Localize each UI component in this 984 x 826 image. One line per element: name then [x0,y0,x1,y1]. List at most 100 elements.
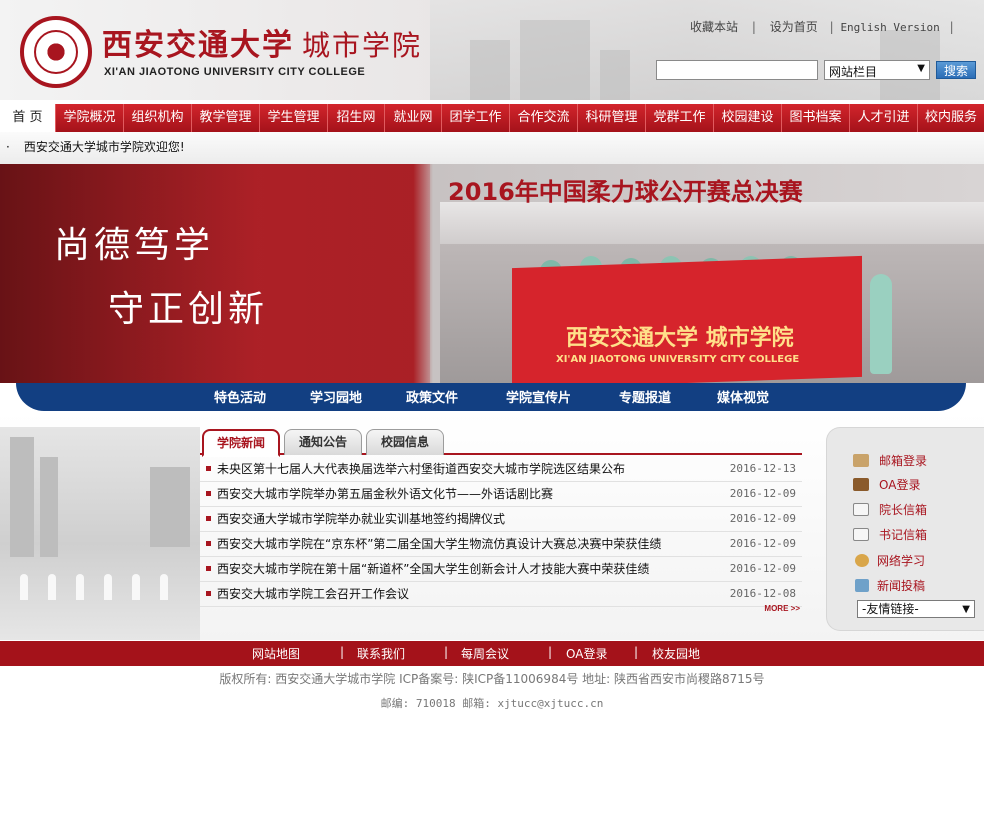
search-button[interactable]: 搜索 [936,61,976,79]
link-separator: | [949,20,954,34]
news-item[interactable]: 西安交大城市学院工会召开工作会议 2016-12-08 [200,582,802,607]
nav-item[interactable]: 校内服务 [918,104,984,132]
hero-banner[interactable]: 尚德笃学 守正创新 2016年中国柔力球公开赛总决赛 西安交通大学 城市学院 X… [0,164,984,383]
envelope-icon [853,503,869,516]
news-date: 2016-12-08 [729,587,796,600]
copyright-text: 版权所有: 西安交通大学城市学院 ICP备案号: 陕ICP备11006984号 … [219,672,765,686]
email-login-link[interactable]: 邮箱登录 [853,452,927,469]
nav-item[interactable]: 人才引进 [850,104,918,132]
nav-item[interactable]: 招生网 [328,104,385,132]
news-item[interactable]: 西安交大城市学院在“京东杯”第二届全国大学生物流仿真设计大赛总决赛中荣获佳绩 2… [200,532,802,557]
news-item[interactable]: 西安交大城市学院举办第五届金秋外语文化节——外语话剧比赛 2016-12-09 [200,482,802,507]
footer-link-weekly-meeting[interactable]: 每周会议 [461,645,509,662]
feature-nav-item[interactable]: 专题报道 [619,387,671,406]
fountain-jet [132,574,140,600]
building-silhouette [40,457,58,557]
nav-item[interactable]: 学院概况 [56,104,124,132]
logo-text-en[interactable]: XI'AN JIAOTONG UNIVERSITY CITY COLLEGE [104,66,365,78]
secretary-mailbox-link[interactable]: 书记信箱 [853,526,927,543]
online-learning-link[interactable]: 网络学习 [855,552,925,569]
news-date: 2016-12-13 [729,462,796,475]
fountain-jet [48,574,56,600]
news-date: 2016-12-09 [729,487,796,500]
link-separator: | [829,20,834,34]
nav-item-home[interactable]: 首 页 [0,104,56,132]
news-title[interactable]: 西安交大城市学院在第十届“新道杯”全国大学生创新会计人才技能大赛中荣获佳绩 [217,557,649,581]
building-silhouette [150,467,190,547]
event-title: 2016年中国柔力球公开赛总决赛 [448,178,803,206]
news-submission-link[interactable]: 新闻投稿 [855,577,925,594]
fountain-jet [20,574,28,600]
feature-nav-item[interactable]: 学院宣传片 [506,387,571,406]
news-item[interactable]: 未央区第十七届人大代表换届选举六村堡街道西安交大城市学院选区结果公布 2016-… [200,457,802,482]
news-item[interactable]: 西安交大城市学院在第十届“新道杯”全国大学生创新会计人才技能大赛中荣获佳绩 20… [200,557,802,582]
footer-link-contact[interactable]: 联系我们 [357,645,405,662]
envelope-icon [853,528,869,541]
nav-item[interactable]: 合作交流 [510,104,578,132]
nav-item[interactable]: 团学工作 [442,104,510,132]
tab-campus-info[interactable]: 校园信息 [366,429,444,455]
search-input[interactable] [656,60,818,80]
news-title[interactable]: 未央区第十七届人大代表换届选举六村堡街道西安交大城市学院选区结果公布 [217,457,625,481]
university-seal-icon[interactable] [20,16,92,88]
nav-item[interactable]: 组织机构 [124,104,192,132]
pen-paper-icon [855,579,869,592]
news-item[interactable]: 西安交通大学城市学院举办就业实训基地签约揭牌仪式 2016-12-09 [200,507,802,532]
news-date: 2016-12-09 [729,512,796,525]
dropdown-arrow-icon: ▼ [962,604,970,615]
users-icon [855,554,869,567]
friend-links-select[interactable]: -友情链接- ▼ [857,600,975,618]
link-separator: | [340,645,345,659]
welcome-strip: · 西安交通大学城市学院欢迎您! [0,132,984,164]
footer-link-alumni[interactable]: 校友园地 [652,645,700,662]
search-category-select[interactable]: 网站栏目 ▼ [824,60,930,80]
logo-text-cn[interactable]: 西安交通大学 城市学院 [102,20,422,64]
slogan-line-2: 守正创新 [108,289,269,330]
bookmark-link[interactable]: 收藏本站 [690,18,738,35]
fountain-jet [104,574,112,600]
bullet-icon [206,491,211,496]
campus-photo [0,164,430,383]
oa-login-link[interactable]: OA登录 [853,476,920,493]
contact-text: 邮编: 710018 邮箱: xjtucc@xjtucc.cn [380,697,604,710]
feature-nav-item[interactable]: 学习园地 [310,387,362,406]
president-mailbox-link[interactable]: 院长信箱 [853,501,927,518]
bullet-icon [206,566,211,571]
tab-college-news[interactable]: 学院新闻 [202,429,280,457]
english-version-link[interactable]: English Version [840,21,939,34]
nav-item[interactable]: 教学管理 [192,104,260,132]
bullet-icon [206,591,211,596]
building-silhouette [520,20,590,100]
tab-notices[interactable]: 通知公告 [284,429,362,455]
feature-nav-item[interactable]: 政策文件 [406,387,458,406]
news-title[interactable]: 西安交大城市学院在“京东杯”第二届全国大学生物流仿真设计大赛总决赛中荣获佳绩 [217,532,661,556]
news-title[interactable]: 西安交大城市学院工会召开工作会议 [217,582,409,606]
slogan-line-1: 尚德笃学 [54,225,215,266]
building-silhouette [470,40,510,100]
footer-link-oa[interactable]: OA登录 [566,645,607,662]
footer-link-sitemap[interactable]: 网站地图 [252,645,300,662]
feature-nav-item[interactable]: 媒体视觉 [717,387,769,406]
more-news-link[interactable]: MORE >> [764,604,800,613]
nav-item[interactable]: 就业网 [385,104,442,132]
welcome-text: 西安交通大学城市学院欢迎您! [23,140,185,154]
set-homepage-link[interactable]: 设为首页 [770,18,818,35]
footer-nav: 网站地图 | 联系我们 | 每周会议 | OA登录 | 校友园地 [0,641,984,666]
news-title[interactable]: 西安交通大学城市学院举办就业实训基地签约揭牌仪式 [217,507,505,531]
nav-item[interactable]: 党群工作 [646,104,714,132]
nav-item[interactable]: 科研管理 [578,104,646,132]
feature-nav-item[interactable]: 特色活动 [214,387,266,406]
feature-nav-bar: 特色活动 学习园地 政策文件 学院宣传片 专题报道 媒体视觉 [16,383,966,411]
nav-item[interactable]: 学生管理 [260,104,328,132]
nav-item[interactable]: 图书档案 [782,104,850,132]
building-silhouette [600,50,630,100]
nav-item[interactable]: 校园建设 [714,104,782,132]
news-title[interactable]: 西安交大城市学院举办第五届金秋外语文化节——外语话剧比赛 [217,482,553,506]
link-separator: | [634,645,639,659]
building-silhouette [10,437,34,557]
briefcase-icon [853,478,869,491]
fountain-jet [160,574,168,600]
flag-text-cn: 西安交通大学 城市学院 [566,325,794,351]
news-list: 未央区第十七届人大代表换届选举六村堡街道西安交大城市学院选区结果公布 2016-… [200,457,802,607]
news-date: 2016-12-09 [729,562,796,575]
